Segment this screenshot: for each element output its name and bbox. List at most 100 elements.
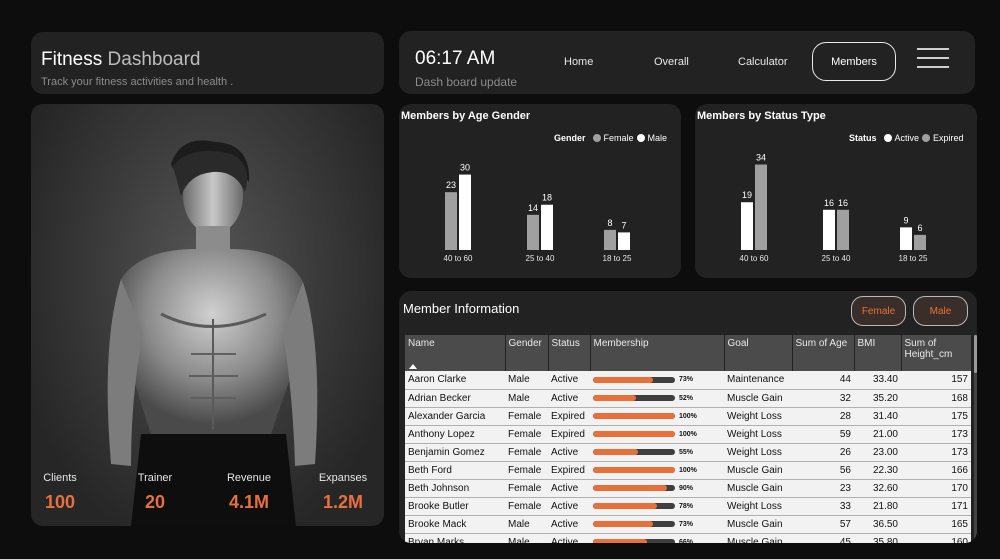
membership-bar-fill [593, 539, 648, 543]
clock-time: 06:17 AM [415, 48, 496, 69]
cell-status: Active [548, 479, 590, 498]
hamburger-menu-icon[interactable] [917, 48, 949, 68]
cell-gender: Male [505, 371, 548, 390]
cell-bmi: 21.80 [854, 497, 901, 516]
bar-female-2[interactable] [604, 229, 616, 250]
dashboard-subtitle: Track your fitness activities and health… [41, 76, 234, 88]
stat-trainer-value: 20 [144, 492, 166, 512]
stat-expanses-value: 1.2M [322, 492, 364, 512]
age-gender-chart: 23 30 40 to 60 14 18 25 to 40 8 7 18 to 25 [444, 163, 632, 263]
bar-active-2[interactable] [900, 227, 912, 250]
cell-goal: Weight Loss [724, 425, 792, 444]
col-header-age[interactable]: Sum of Age [792, 335, 855, 371]
table-row[interactable]: Adrian Becker Male Active 52% Muscle Gain 32 3… [405, 389, 971, 408]
cell-gender: Male [505, 515, 548, 534]
col-header-name[interactable]: Name [405, 335, 506, 371]
member-information-card: Member Information Female Male Name Gend… [399, 291, 977, 543]
bar-expired-0[interactable] [755, 164, 767, 250]
cell-gender: Male [505, 389, 548, 408]
col-header-status[interactable]: Status [548, 335, 591, 371]
bar-active-1[interactable] [823, 209, 835, 250]
col-header-gender[interactable]: Gender [505, 335, 549, 371]
member-table-wrapper: Name Gender Status Membership Goal Sum o… [405, 335, 971, 543]
data-label: 9 [903, 215, 908, 225]
data-label: 16 [824, 198, 834, 208]
stat-expanses-label: Expanses [318, 472, 368, 484]
table-row[interactable]: Beth Johnson Female Active 90% Muscle Gain 23… [405, 479, 971, 498]
membership-percent: 52% [679, 394, 694, 402]
table-row[interactable]: Brooke Butler Female Active 78% Weight Loss 3… [405, 497, 971, 516]
col-header-goal[interactable]: Goal [724, 335, 793, 371]
filter-female-button[interactable]: Female [851, 296, 906, 326]
data-label: 30 [460, 163, 470, 173]
table-row[interactable]: Aaron Clarke Male Active 73% Maintenance 44 33… [405, 371, 971, 390]
membership-percent: 100% [679, 412, 697, 420]
cell-name: Beth Johnson [405, 479, 505, 498]
nav-bar: 06:17 AM Dash board update Home Overall … [399, 31, 975, 94]
bar-female-1[interactable] [527, 214, 539, 250]
cell-status: Active [548, 515, 590, 534]
cell-goal: Weight Loss [724, 497, 792, 516]
cell-name: Beth Ford [405, 461, 505, 480]
cell-age: 33 [792, 497, 854, 516]
sort-ascending-icon[interactable] [409, 364, 417, 369]
data-label: 19 [742, 190, 752, 200]
membership-percent: 78% [679, 502, 694, 510]
cell-name: Alexander Garcia [405, 407, 505, 426]
table-row[interactable]: Anthony Lopez Female Expired 100% Weight Los… [405, 425, 971, 444]
membership-percent: 100% [679, 466, 697, 474]
data-label: 16 [838, 198, 848, 208]
col-header-height[interactable]: Sum of Height_cm [901, 335, 971, 371]
membership-bar [593, 395, 675, 401]
bar-male-0[interactable] [459, 174, 471, 250]
table-scrollbar[interactable] [974, 335, 977, 540]
membership-bar [593, 503, 675, 509]
cell-gender: Female [505, 479, 548, 498]
col-header-membership[interactable]: Membership [590, 335, 725, 371]
membership-bar [593, 521, 675, 527]
cell-name: Brooke Mack [405, 515, 505, 534]
table-row[interactable]: Benjamin Gomez Female Active 55% Weight Loss… [405, 443, 971, 462]
cell-height: 157 [901, 371, 971, 390]
cell-height: 175 [901, 407, 971, 426]
cell-status: Expired [548, 407, 590, 426]
athlete-image [107, 140, 318, 526]
cell-status: Active [548, 443, 590, 462]
membership-bar [593, 467, 675, 473]
scrollbar-thumb[interactable] [974, 335, 977, 373]
bar-female-0[interactable] [445, 192, 457, 250]
bar-expired-2[interactable] [914, 234, 926, 250]
table-row[interactable]: Bryan Marks Male Active 66% Muscle Gain 45 35.… [405, 533, 971, 543]
data-label: 6 [917, 223, 922, 233]
bar-active-0[interactable] [741, 202, 753, 250]
stat-revenue: Revenue 4.1M [224, 472, 274, 513]
nav-home[interactable]: Home [564, 56, 593, 68]
membership-bar-fill [593, 395, 636, 401]
cell-height: 168 [901, 389, 971, 408]
cell-bmi: 31.40 [854, 407, 901, 426]
cell-status: Expired [548, 425, 590, 444]
nav-overall[interactable]: Overall [654, 56, 689, 68]
cell-bmi: 21.00 [854, 425, 901, 444]
filter-male-button[interactable]: Male [913, 296, 968, 326]
cell-height: 165 [901, 515, 971, 534]
bar-male-1[interactable] [541, 204, 553, 250]
cell-bmi: 35.20 [854, 389, 901, 408]
bar-expired-1[interactable] [837, 209, 849, 250]
table-row[interactable]: Brooke Mack Male Active 73% Muscle Gain 57 36.… [405, 515, 971, 534]
col-header-bmi[interactable]: BMI [854, 335, 902, 371]
cell-height: 170 [901, 479, 971, 498]
cell-membership: 100% [590, 461, 724, 480]
nav-calculator[interactable]: Calculator [738, 56, 788, 68]
stat-clients-value: 100 [44, 492, 76, 512]
cell-membership: 78% [590, 497, 724, 516]
membership-bar-fill [593, 413, 675, 419]
table-row[interactable]: Beth Ford Female Expired 100% Muscle Gain 56 2… [405, 461, 971, 480]
cell-age: 45 [792, 533, 854, 543]
table-row[interactable]: Alexander Garcia Female Expired 100% Weight … [405, 407, 971, 426]
cell-bmi: 23.00 [854, 443, 901, 462]
nav-members-button[interactable]: Members [812, 42, 896, 81]
membership-bar-fill [593, 503, 657, 509]
bar-male-2[interactable] [618, 232, 630, 250]
title-card: Fitness Dashboard Track your fitness act… [31, 32, 384, 94]
